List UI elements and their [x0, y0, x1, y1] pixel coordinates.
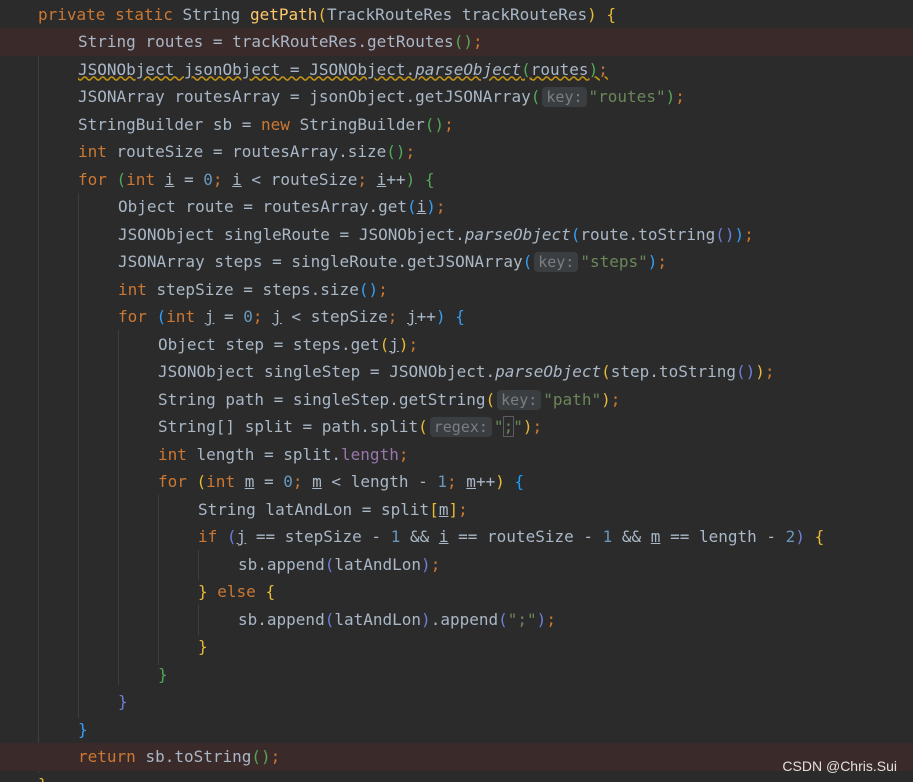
code-line[interactable]: sb.append(latAndLon);	[0, 551, 913, 579]
code-line[interactable]: }	[0, 771, 913, 782]
code-line[interactable]: for (int m = 0; m < length - 1; m++) {	[0, 468, 913, 496]
code-line[interactable]: if (j == stepSize - 1 && i == routeSize …	[0, 523, 913, 551]
code-line[interactable]: JSONObject jsonObject = JSONObject.parse…	[0, 56, 913, 84]
code-line[interactable]: private static String getPath(TrackRoute…	[0, 1, 913, 29]
code-line[interactable]: }	[0, 633, 913, 661]
code-line[interactable]: int length = split.length;	[0, 441, 913, 469]
parameter-hint: regex:	[429, 417, 492, 437]
code-line[interactable]: JSONObject singleRoute = JSONObject.pars…	[0, 221, 913, 249]
parameter-hint: key:	[497, 389, 542, 410]
code-line[interactable]: return sb.toString();	[0, 743, 913, 771]
code-line[interactable]: sb.append(latAndLon).append(";");	[0, 606, 913, 634]
code-line[interactable]: String latAndLon = split[m];	[0, 496, 913, 524]
code-line[interactable]: int stepSize = steps.size();	[0, 276, 913, 304]
code-line[interactable]: int routeSize = routesArray.size();	[0, 138, 913, 166]
code-line[interactable]: Object route = routesArray.get(i);	[0, 193, 913, 221]
code-line[interactable]: for (int i = 0; i < routeSize; i++) {	[0, 166, 913, 194]
code-editor[interactable]: private static String getPath(TrackRoute…	[0, 0, 913, 782]
code-line[interactable]: Object step = steps.get(j);	[0, 331, 913, 359]
code-line[interactable]: String path = singleStep.getString(key: "…	[0, 386, 913, 414]
code-line[interactable]: } else {	[0, 578, 913, 606]
code-line[interactable]: for (int j = 0; j < stepSize; j++) {	[0, 303, 913, 331]
code-line[interactable]: }	[0, 716, 913, 744]
code-line[interactable]: }	[0, 688, 913, 716]
code-line[interactable]: StringBuilder sb = new StringBuilder();	[0, 111, 913, 139]
code-line[interactable]: JSONArray steps = singleRoute.getJSONArr…	[0, 248, 913, 276]
parameter-hint: key:	[542, 87, 587, 107]
code-line[interactable]: String routes = trackRouteRes.getRoutes(…	[0, 28, 913, 56]
code-line[interactable]: }	[0, 661, 913, 689]
watermark: CSDN @Chris.Sui	[782, 758, 897, 774]
parameter-hint: key:	[534, 252, 579, 272]
code-line[interactable]: JSONArray routesArray = jsonObject.getJS…	[0, 83, 913, 111]
code-line[interactable]: JSONObject singleStep = JSONObject.parse…	[0, 358, 913, 386]
code-line[interactable]: String[] split = path.split(regex: ";");	[0, 413, 913, 441]
